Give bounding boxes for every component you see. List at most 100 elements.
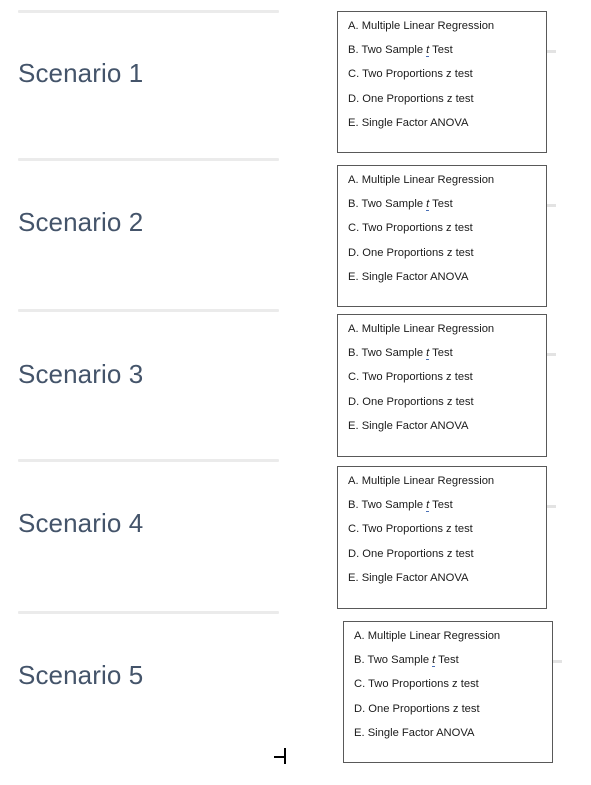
option-c-prefix: C. bbox=[348, 523, 363, 536]
option-e[interactable]: E. Single Factor ANOVA bbox=[354, 726, 542, 739]
option-a-prefix: A. bbox=[348, 20, 362, 32]
option-b[interactable]: B. Two Sample t Test bbox=[348, 499, 536, 513]
option-d[interactable]: D. One Proportions z test bbox=[348, 92, 536, 105]
option-c-label: Two Proportions z test bbox=[362, 371, 473, 384]
page-title: Scenario 4 bbox=[18, 508, 144, 538]
scenario-block: Scenario 5 A. Multiple Linear Regression… bbox=[0, 611, 591, 785]
option-e-prefix: E. bbox=[354, 726, 368, 739]
option-a[interactable]: A. Multiple Linear Regression bbox=[348, 323, 536, 335]
option-a-prefix: A. bbox=[354, 630, 368, 642]
option-e-prefix: E. bbox=[348, 270, 362, 283]
option-b-prefix: B. bbox=[348, 499, 362, 512]
answer-options-box: A. Multiple Linear Regression B. Two Sam… bbox=[337, 314, 547, 457]
option-e-label: Single Factor ANOVA bbox=[361, 116, 469, 129]
option-c-prefix: C. bbox=[348, 68, 363, 81]
box-resize-handle-icon[interactable] bbox=[547, 505, 556, 508]
option-e[interactable]: E. Single Factor ANOVA bbox=[348, 571, 536, 584]
option-e[interactable]: E. Single Factor ANOVA bbox=[348, 270, 536, 283]
option-c-prefix: C. bbox=[348, 222, 363, 235]
box-resize-handle-icon[interactable] bbox=[547, 204, 556, 207]
option-b[interactable]: B. Two Sample t Test bbox=[354, 654, 542, 668]
option-b-prefix: B. bbox=[348, 347, 362, 360]
scenario-block: Scenario 2 A. Multiple Linear Regression… bbox=[0, 158, 591, 309]
option-b-label-pre: Two Sample bbox=[361, 499, 427, 512]
page-title: Scenario 2 bbox=[18, 207, 144, 237]
option-c-prefix: C. bbox=[348, 371, 363, 384]
option-b[interactable]: B. Two Sample t Test bbox=[348, 198, 536, 212]
page-title: Scenario 5 bbox=[18, 660, 144, 690]
option-a[interactable]: A. Multiple Linear Regression bbox=[348, 20, 536, 32]
option-b-label-pre: Two Sample bbox=[361, 347, 427, 360]
option-c[interactable]: C. Two Proportions z test bbox=[354, 679, 542, 690]
scenario-divider bbox=[18, 309, 279, 312]
option-b-label-pre: Two Sample bbox=[361, 198, 427, 211]
option-c-label: Two Proportions z test bbox=[362, 222, 473, 235]
answer-options-box: A. Multiple Linear Regression B. Two Sam… bbox=[337, 11, 547, 153]
answer-options-box: A. Multiple Linear Regression B. Two Sam… bbox=[337, 466, 547, 609]
option-d[interactable]: D. One Proportions z test bbox=[354, 702, 542, 715]
option-a[interactable]: A. Multiple Linear Regression bbox=[348, 174, 536, 186]
option-b-label-post: Test bbox=[429, 198, 453, 211]
option-c-label: Two Proportions z test bbox=[362, 68, 473, 81]
option-d-label: One Proportions z test bbox=[368, 702, 480, 715]
option-a-label: Multiple Linear Regression bbox=[361, 475, 495, 487]
option-c[interactable]: C. Two Proportions z test bbox=[348, 223, 536, 234]
page-corner-crop-mark bbox=[274, 748, 286, 764]
option-d-prefix: D. bbox=[348, 547, 363, 560]
option-d-prefix: D. bbox=[348, 246, 363, 259]
option-b-label-post: Test bbox=[429, 44, 453, 57]
option-b-prefix: B. bbox=[354, 654, 368, 667]
option-d-prefix: D. bbox=[348, 395, 363, 408]
page-title: Scenario 1 bbox=[18, 58, 144, 88]
option-b-label-post: Test bbox=[435, 654, 459, 667]
option-d[interactable]: D. One Proportions z test bbox=[348, 246, 536, 259]
option-a-prefix: A. bbox=[348, 323, 362, 335]
box-resize-handle-icon[interactable] bbox=[553, 660, 562, 663]
option-b-label-post: Test bbox=[429, 347, 453, 360]
option-e[interactable]: E. Single Factor ANOVA bbox=[348, 116, 536, 129]
page-title: Scenario 3 bbox=[18, 359, 144, 389]
option-c[interactable]: C. Two Proportions z test bbox=[348, 372, 536, 383]
crop-mark-horizontal bbox=[274, 756, 286, 758]
option-e[interactable]: E. Single Factor ANOVA bbox=[348, 419, 536, 432]
scenario-divider bbox=[18, 611, 279, 614]
scenario-block: Scenario 3 A. Multiple Linear Regression… bbox=[0, 309, 591, 459]
option-e-prefix: E. bbox=[348, 419, 362, 432]
scenario-block: Scenario 4 A. Multiple Linear Regression… bbox=[0, 459, 591, 611]
answer-options-box: A. Multiple Linear Regression B. Two Sam… bbox=[337, 165, 547, 307]
option-b[interactable]: B. Two Sample t Test bbox=[348, 347, 536, 361]
scenario-divider bbox=[18, 10, 279, 13]
option-a-prefix: A. bbox=[348, 174, 362, 186]
option-a-label: Multiple Linear Regression bbox=[361, 323, 495, 335]
option-b-prefix: B. bbox=[348, 44, 362, 57]
option-d-prefix: D. bbox=[354, 702, 369, 715]
option-e-label: Single Factor ANOVA bbox=[361, 571, 469, 584]
option-d[interactable]: D. One Proportions z test bbox=[348, 547, 536, 560]
option-b[interactable]: B. Two Sample t Test bbox=[348, 44, 536, 58]
option-a-prefix: A. bbox=[348, 475, 362, 487]
option-d-label: One Proportions z test bbox=[362, 547, 474, 560]
option-d-label: One Proportions z test bbox=[362, 92, 474, 105]
option-a-label: Multiple Linear Regression bbox=[367, 630, 501, 642]
option-e-label: Single Factor ANOVA bbox=[361, 270, 469, 283]
option-d-label: One Proportions z test bbox=[362, 395, 474, 408]
answer-options-box: A. Multiple Linear Regression B. Two Sam… bbox=[343, 621, 553, 763]
option-a[interactable]: A. Multiple Linear Regression bbox=[348, 475, 536, 487]
option-a-label: Multiple Linear Regression bbox=[361, 20, 495, 32]
option-c-prefix: C. bbox=[354, 678, 369, 691]
scenario-divider bbox=[18, 158, 279, 161]
option-e-label: Single Factor ANOVA bbox=[367, 726, 475, 739]
option-c-label: Two Proportions z test bbox=[368, 678, 479, 691]
option-e-prefix: E. bbox=[348, 571, 362, 584]
option-d[interactable]: D. One Proportions z test bbox=[348, 395, 536, 408]
option-c[interactable]: C. Two Proportions z test bbox=[348, 524, 536, 535]
option-a[interactable]: A. Multiple Linear Regression bbox=[354, 630, 542, 642]
box-resize-handle-icon[interactable] bbox=[547, 50, 556, 53]
option-b-label-pre: Two Sample bbox=[367, 654, 433, 667]
box-resize-handle-icon[interactable] bbox=[547, 353, 556, 356]
option-c[interactable]: C. Two Proportions z test bbox=[348, 69, 536, 80]
scenario-divider bbox=[18, 459, 279, 462]
scenario-block: Scenario 1 A. Multiple Linear Regression… bbox=[0, 0, 591, 158]
option-e-label: Single Factor ANOVA bbox=[361, 419, 469, 432]
option-a-label: Multiple Linear Regression bbox=[361, 174, 495, 186]
